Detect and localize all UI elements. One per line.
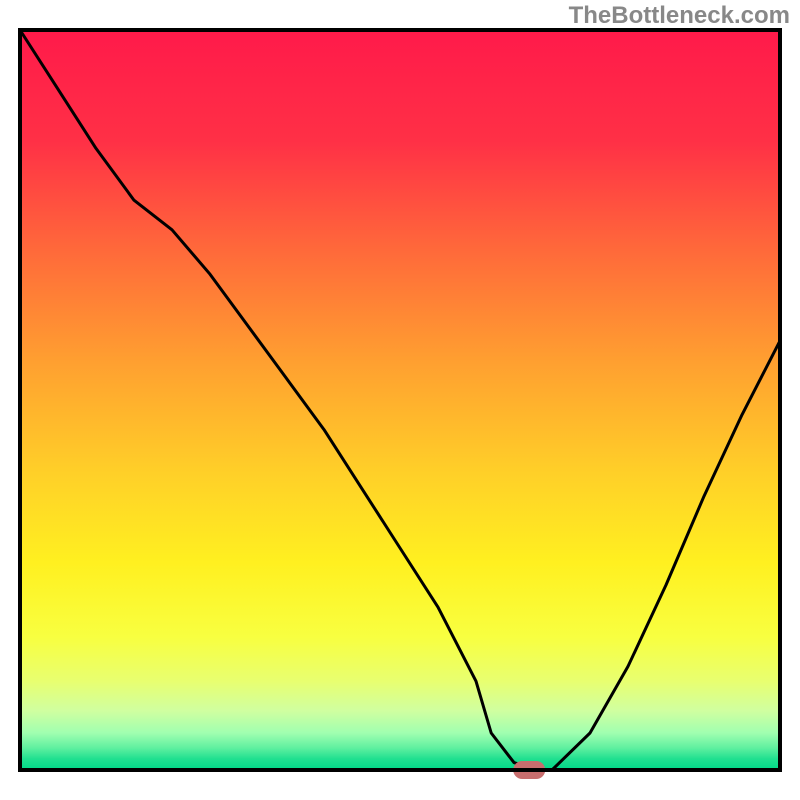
chart-container: { "watermark": "TheBottleneck.com", "cha… xyxy=(0,0,800,800)
bottleneck-chart xyxy=(0,0,800,800)
gradient-background xyxy=(20,30,780,770)
watermark-text: TheBottleneck.com xyxy=(569,2,790,30)
